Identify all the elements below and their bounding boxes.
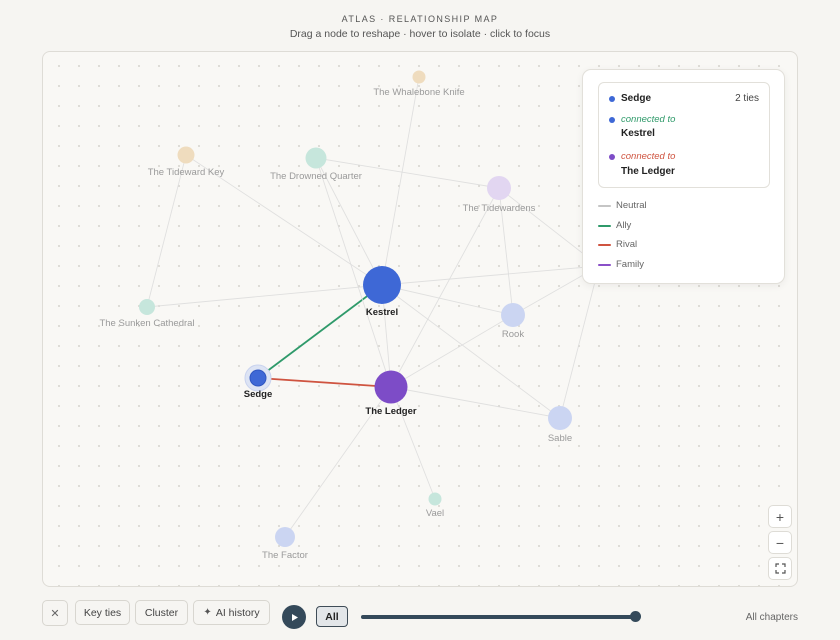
- page-subtitle: Drag a node to reshape · hover to isolat…: [289, 28, 551, 40]
- node-factor[interactable]: [275, 527, 295, 547]
- all-chapters-toggle[interactable]: All: [316, 606, 348, 627]
- node-ledger[interactable]: [374, 370, 408, 404]
- node-sunken[interactable]: [139, 299, 155, 315]
- timeline-handle[interactable]: [630, 611, 641, 622]
- minus-icon: −: [775, 534, 785, 551]
- fullscreen-icon: [774, 563, 786, 574]
- edge-sedge-kestrel: [257, 284, 383, 379]
- legend-swatch: [598, 225, 611, 227]
- cluster-button[interactable]: Cluster: [135, 600, 188, 625]
- node-label-whalebone: The Whalebone Knife: [373, 87, 464, 98]
- fit-view-button[interactable]: [768, 557, 792, 580]
- node-rook[interactable]: [501, 303, 525, 327]
- play-icon: [291, 613, 298, 621]
- connection-dot: [609, 117, 615, 123]
- node-label-drowned: The Drowned Quarter: [270, 171, 362, 182]
- node-label-sunken: The Sunken Cathedral: [99, 318, 194, 329]
- page-title: ATLAS · RELATIONSHIP MAP: [341, 14, 499, 24]
- node-label-sedge: Sedge: [244, 389, 273, 400]
- key-ties-label: Key ties: [83, 606, 122, 619]
- legend-swatch: [598, 205, 611, 207]
- timeline-fill: [361, 615, 636, 619]
- zoom-out-button[interactable]: −: [768, 531, 792, 554]
- key-ties-button[interactable]: Key ties: [75, 600, 130, 625]
- connection-dot: [609, 154, 615, 160]
- node-tidewardens[interactable]: [487, 176, 511, 200]
- legend-label: Ally: [616, 220, 632, 231]
- focus-panel: Sedge 2 ties connected to Kestrel connec…: [582, 69, 785, 284]
- legend-swatch: [598, 264, 611, 266]
- edge-ledger-rook: [390, 314, 514, 388]
- node-label-vael: Vael: [426, 508, 444, 519]
- connection-label: connected to: [621, 114, 676, 125]
- zoom-in-button[interactable]: +: [768, 505, 792, 528]
- play-button[interactable]: [282, 605, 306, 629]
- edge-sedge-ledger: [257, 377, 392, 388]
- edge-ledger-tidewardens: [390, 187, 500, 388]
- ties-count: 2 ties: [735, 93, 759, 104]
- node-vael[interactable]: [428, 492, 442, 506]
- node-label-sable: Sable: [548, 433, 572, 444]
- edge-kestrel-sunken: [146, 284, 383, 308]
- ai-history-button[interactable]: ✦ AI history: [193, 600, 270, 625]
- focus-dot: [609, 96, 615, 102]
- node-tideward[interactable]: [177, 146, 195, 164]
- node-label-tideward: The Tideward Key: [148, 167, 225, 178]
- node-whalebone[interactable]: [412, 70, 426, 84]
- sparkle-icon: ✦: [203, 607, 212, 618]
- cluster-label: Cluster: [144, 606, 179, 619]
- legend-label: Family: [616, 259, 644, 270]
- edge-kestrel-edge_right: [381, 265, 600, 286]
- edge-kestrel-whalebone: [381, 76, 420, 286]
- focus-node-name: Sedge: [621, 93, 652, 104]
- node-sedge[interactable]: [249, 369, 267, 387]
- node-drowned[interactable]: [305, 147, 327, 169]
- connection-target-ledger[interactable]: The Ledger: [621, 166, 675, 177]
- close-button[interactable]: ✕: [42, 600, 68, 626]
- all-label: All: [325, 610, 339, 623]
- plus-icon: +: [775, 508, 785, 525]
- legend-label: Rival: [616, 239, 638, 250]
- edge-ledger-vael: [390, 386, 436, 500]
- timeline-slider[interactable]: [361, 611, 641, 622]
- node-label-ledger: The Ledger: [365, 406, 417, 417]
- close-icon: ✕: [50, 607, 60, 620]
- node-kestrel[interactable]: [363, 266, 401, 304]
- node-label-rook: Rook: [502, 329, 524, 340]
- node-label-tidewardens: The Tidewardens: [463, 203, 536, 214]
- connection-target-kestrel[interactable]: Kestrel: [621, 128, 655, 139]
- connection-label: connected to: [621, 151, 676, 162]
- legend-swatch: [598, 244, 611, 246]
- chapters-label: All chapters: [745, 612, 798, 623]
- node-sable[interactable]: [548, 406, 572, 430]
- focus-card: Sedge 2 ties connected to Kestrel connec…: [598, 82, 770, 188]
- legend-label: Neutral: [616, 200, 647, 211]
- edge-sable-edge_right: [559, 265, 600, 419]
- node-label-kestrel: Kestrel: [366, 307, 398, 318]
- node-label-factor: The Factor: [262, 550, 308, 561]
- ai-history-label: AI history: [215, 606, 260, 619]
